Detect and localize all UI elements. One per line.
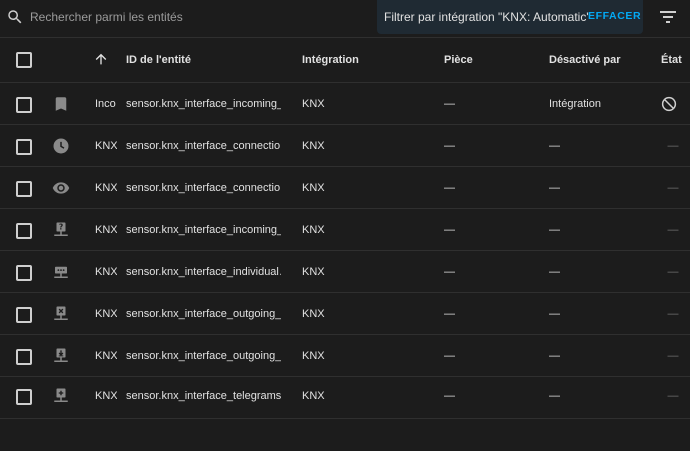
- filter-icon[interactable]: [659, 9, 677, 25]
- bookmark-icon: [52, 95, 70, 113]
- entity-name: KNX: [95, 182, 117, 194]
- eye-icon: [52, 179, 70, 197]
- table-row[interactable]: KNX sensor.knx_interface_telegrams KNX —…: [0, 377, 690, 419]
- entity-integration: KNX: [302, 224, 325, 236]
- disabled-status-icon: [660, 95, 678, 113]
- entity-integration: KNX: [302, 390, 325, 402]
- search-toolbar: Filtrer par intégration "KNX: Automatic"…: [0, 0, 690, 38]
- row-checkbox[interactable]: [16, 181, 32, 197]
- clock-icon: [52, 137, 70, 155]
- network-close-icon: [52, 305, 70, 323]
- entity-integration: KNX: [302, 308, 325, 320]
- select-all-checkbox[interactable]: [16, 52, 32, 68]
- table-row[interactable]: Inco sensor.knx_interface_incoming_… KNX…: [0, 83, 690, 125]
- search-input[interactable]: [30, 9, 360, 25]
- entity-id: sensor.knx_interface_outgoing_…: [126, 308, 281, 320]
- table-row[interactable]: ? KNX sensor.knx_interface_incoming_… KN…: [0, 209, 690, 251]
- entity-disabled-by: —: [549, 350, 560, 362]
- entity-name: KNX: [95, 224, 117, 236]
- entity-disabled-by: —: [549, 266, 560, 278]
- row-checkbox[interactable]: [16, 307, 32, 323]
- table-row[interactable]: KNX sensor.knx_interface_outgoing_… KNX …: [0, 335, 690, 377]
- network-plus-icon: [52, 387, 70, 405]
- table-row[interactable]: KNX sensor.knx_interface_connectio… KNX …: [0, 125, 690, 167]
- entity-id: sensor.knx_interface_connectio…: [126, 182, 281, 194]
- entity-status: —: [667, 182, 679, 194]
- entity-name: KNX: [95, 390, 117, 402]
- column-header-status[interactable]: État: [661, 54, 682, 66]
- active-filter-chip: Filtrer par intégration "KNX: Automatic"…: [377, 0, 643, 34]
- entity-integration: KNX: [302, 182, 325, 194]
- entity-area: —: [444, 140, 455, 152]
- column-header-integration[interactable]: Intégration: [302, 54, 359, 66]
- entity-area: —: [444, 390, 455, 402]
- network-dots-icon: [52, 263, 70, 281]
- sort-arrow-up-icon[interactable]: [93, 51, 109, 67]
- clear-filter-button[interactable]: EFFACER: [588, 10, 641, 22]
- entity-integration: KNX: [302, 98, 325, 110]
- entity-name: KNX: [95, 140, 117, 152]
- entity-area: —: [444, 98, 455, 110]
- entity-area: —: [444, 308, 455, 320]
- entity-area: —: [444, 350, 455, 362]
- search-icon: [6, 8, 24, 26]
- entity-name: KNX: [95, 350, 117, 362]
- entity-integration: KNX: [302, 350, 325, 362]
- entity-id: sensor.knx_interface_incoming_…: [126, 98, 281, 110]
- entity-status: —: [667, 350, 679, 362]
- entity-status: —: [667, 266, 679, 278]
- entity-id: sensor.knx_interface_outgoing_…: [126, 350, 281, 362]
- table-row[interactable]: KNX sensor.knx_interface_connectio… KNX …: [0, 167, 690, 209]
- row-checkbox[interactable]: [16, 265, 32, 281]
- svg-text:?: ?: [59, 223, 63, 232]
- column-header-area[interactable]: Pièce: [444, 54, 473, 66]
- entity-status: —: [667, 390, 679, 402]
- entity-disabled-by: —: [549, 224, 560, 236]
- entity-id: sensor.knx_interface_incoming_…: [126, 224, 281, 236]
- row-checkbox[interactable]: [16, 223, 32, 239]
- row-checkbox[interactable]: [16, 139, 32, 155]
- row-checkbox[interactable]: [16, 349, 32, 365]
- row-checkbox[interactable]: [16, 97, 32, 113]
- entity-id: sensor.knx_interface_telegrams: [126, 390, 281, 402]
- entity-status: —: [667, 140, 679, 152]
- entity-status: —: [667, 224, 679, 236]
- network-question-icon: ?: [52, 221, 70, 239]
- entity-area: —: [444, 266, 455, 278]
- entity-disabled-by: —: [549, 390, 560, 402]
- entity-name: Inco: [95, 98, 116, 110]
- entity-disabled-by: —: [549, 308, 560, 320]
- entity-integration: KNX: [302, 266, 325, 278]
- entity-disabled-by: —: [549, 140, 560, 152]
- entity-name: KNX: [95, 308, 117, 320]
- table-header: ID de l'entité Intégration Pièce Désacti…: [0, 38, 690, 83]
- column-header-disabled-by[interactable]: Désactivé par: [549, 54, 621, 66]
- network-download-icon: [52, 347, 70, 365]
- filter-label: Filtrer par intégration "KNX: Automatic": [384, 10, 591, 24]
- entity-area: —: [444, 182, 455, 194]
- entity-integration: KNX: [302, 140, 325, 152]
- column-header-entity-id[interactable]: ID de l'entité: [126, 54, 191, 66]
- entity-disabled-by: Intégration: [549, 98, 601, 110]
- entity-id: sensor.knx_interface_individual…: [126, 266, 281, 278]
- entity-status: —: [667, 308, 679, 320]
- entity-id: sensor.knx_interface_connectio…: [126, 140, 281, 152]
- table-row[interactable]: KNX sensor.knx_interface_outgoing_… KNX …: [0, 293, 690, 335]
- entity-disabled-by: —: [549, 182, 560, 194]
- row-checkbox[interactable]: [16, 389, 32, 405]
- entity-name: KNX: [95, 266, 117, 278]
- table-row[interactable]: KNX sensor.knx_interface_individual… KNX…: [0, 251, 690, 293]
- entity-area: —: [444, 224, 455, 236]
